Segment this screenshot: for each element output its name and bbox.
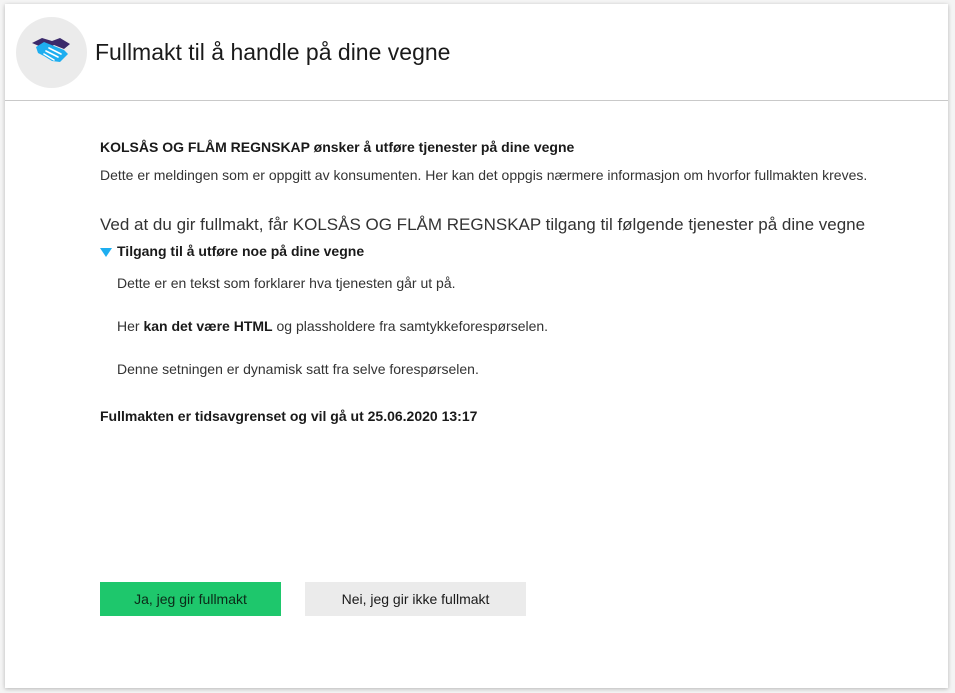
page-title: Fullmakt til å handle på dine vegne — [95, 39, 451, 65]
service-line-3: Denne setningen er dynamisk satt fra sel… — [117, 361, 479, 377]
service-line-2-pre: Her — [117, 318, 144, 334]
requester-heading: KOLSÅS OG FLÅM REGNSKAP ønsker å utføre … — [100, 139, 575, 155]
triangle-down-icon[interactable] — [100, 247, 112, 257]
service-line-2-post: og plassholdere fra samtykkeforespørsele… — [272, 318, 549, 334]
service-description: Dette er en tekst som forklarer hva tjen… — [117, 272, 870, 380]
service-line-1: Dette er en tekst som forklarer hva tjen… — [117, 275, 456, 291]
service-toggle[interactable]: Tilgang til å utføre noe på dine vegne — [100, 240, 870, 262]
expiry-notice: Fullmakten er tidsavgrenset og vil gå ut… — [100, 408, 478, 424]
reject-button[interactable]: Nei, jeg gir ikke fullmakt — [305, 582, 526, 616]
handshake-icon — [30, 35, 74, 70]
accept-button[interactable]: Ja, jeg gir fullmakt — [100, 582, 281, 616]
consumer-message: Dette er meldingen som er oppgitt av kon… — [100, 167, 868, 183]
service-title[interactable]: Tilgang til å utføre noe på dine vegne — [117, 240, 364, 262]
consent-card: Fullmakt til å handle på dine vegne KOLS… — [5, 4, 948, 688]
service-line-2: Her kan det være HTML og plassholdere fr… — [117, 315, 870, 337]
header-icon-circle — [16, 17, 87, 88]
service-line-2-bold: kan det være HTML — [143, 318, 273, 334]
consent-content: KOLSÅS OG FLÅM REGNSKAP ønsker å utføre … — [100, 136, 870, 427]
grant-description: Ved at du gir fullmakt, får KOLSÅS OG FL… — [100, 215, 866, 234]
card-header: Fullmakt til å handle på dine vegne — [5, 4, 948, 101]
